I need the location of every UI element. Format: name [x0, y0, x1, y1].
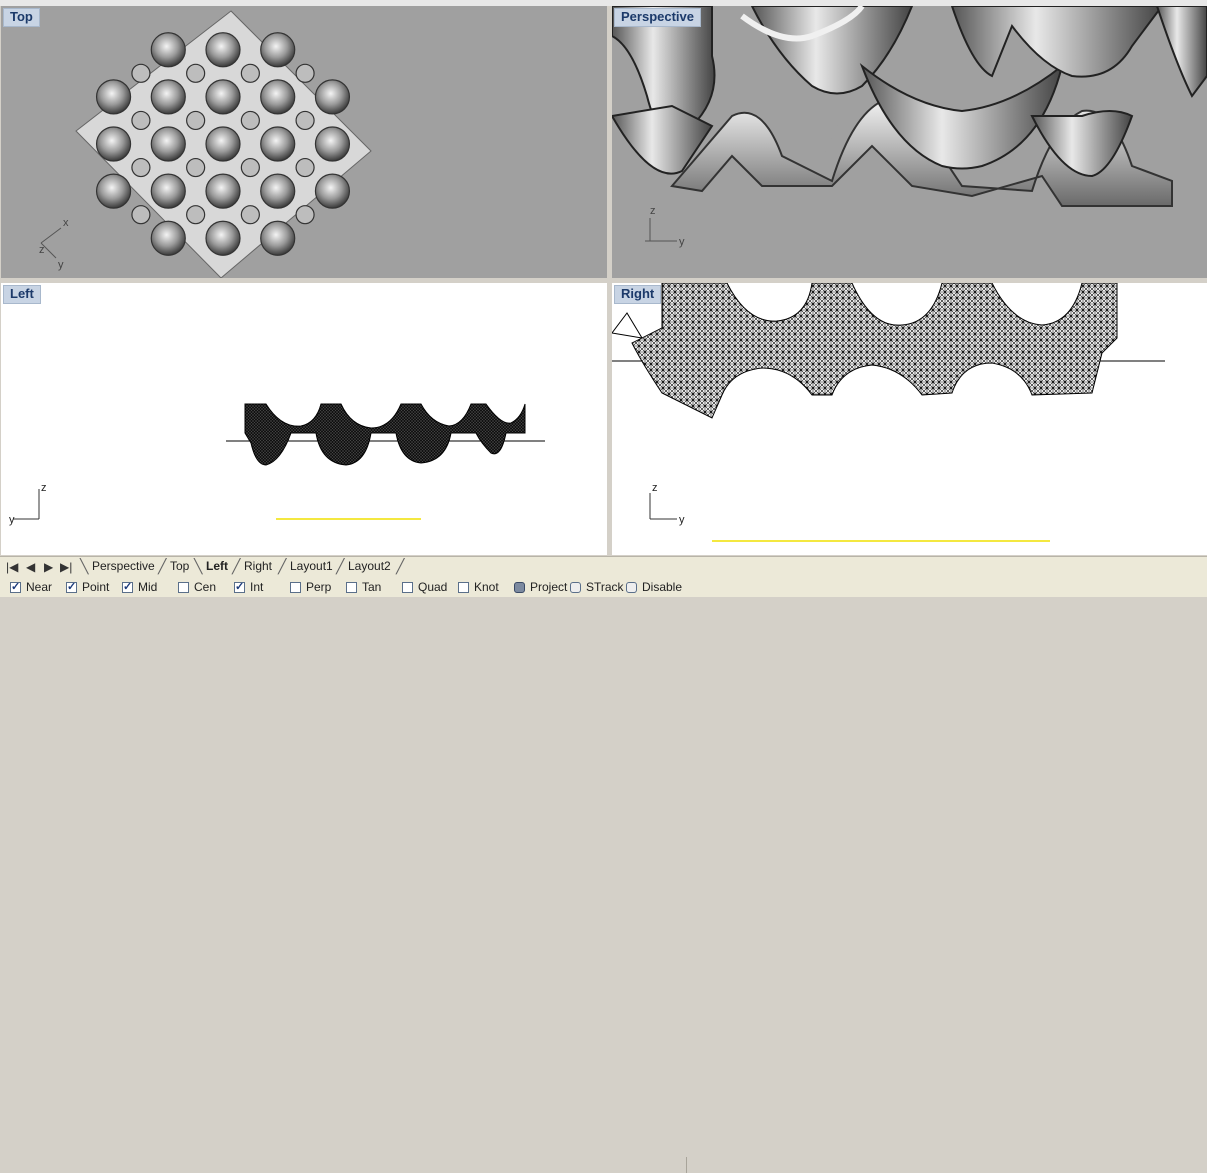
osnap-label: STrack: [586, 580, 624, 594]
tab-perspective[interactable]: Perspective: [92, 559, 155, 573]
viewport-right[interactable]: Right z y: [612, 283, 1207, 555]
axis-y-label: y: [679, 236, 685, 248]
viewport-tabs-bar: |◀ ◀ ▶ ▶| ╲ Perspective ╱ Top ╲ Left ╱ R…: [0, 556, 1207, 577]
tab-right[interactable]: Right: [244, 559, 272, 573]
osnap-label: Int: [250, 580, 264, 594]
status-divider: [686, 1157, 687, 1173]
osnap-label: Project: [530, 580, 568, 594]
osnap-label: Knot: [474, 580, 499, 594]
osnap-cen[interactable]: Cen: [178, 579, 216, 595]
tab-separator: ╲: [80, 558, 89, 574]
checkbox-icon[interactable]: [66, 580, 77, 593]
checkbox-icon[interactable]: [458, 581, 469, 593]
axis-y-label: y: [9, 514, 15, 526]
osnap-label: Disable: [642, 580, 683, 594]
prev-tab-button[interactable]: ◀: [26, 560, 35, 574]
first-tab-button[interactable]: |◀: [6, 560, 18, 574]
axis-z-label: z: [39, 244, 45, 256]
next-tab-button[interactable]: ▶: [44, 560, 53, 574]
osnap-near[interactable]: Near: [10, 579, 52, 595]
tab-separator: ╱: [278, 558, 287, 574]
left-axis-indicator: z y: [9, 482, 47, 526]
viewport-left[interactable]: Left z y: [1, 283, 607, 555]
axis-z-label: z: [650, 205, 656, 217]
checkbox-icon[interactable]: [346, 581, 357, 593]
top-axis-indicator: x y z: [39, 217, 69, 271]
toggle-icon[interactable]: [514, 581, 525, 593]
osnap-mid[interactable]: Mid: [122, 579, 157, 595]
axis-y-label: y: [679, 514, 685, 526]
osnap-perp[interactable]: Perp: [290, 579, 331, 595]
axis-y-label: y: [58, 259, 64, 271]
axis-x-label: x: [63, 217, 69, 229]
axis-z-label: z: [652, 482, 658, 494]
osnap-quad[interactable]: Quad: [402, 579, 447, 595]
osnap-disable[interactable]: Disable: [626, 579, 682, 595]
toggle-icon[interactable]: [626, 581, 637, 593]
checkbox-icon[interactable]: [10, 580, 21, 593]
osnap-project[interactable]: Project: [514, 579, 567, 595]
viewport-perspective[interactable]: Perspective z y: [612, 6, 1207, 278]
checkbox-icon[interactable]: [178, 581, 189, 593]
osnap-knot[interactable]: Knot: [458, 579, 499, 595]
viewport-top[interactable]: Top x y z: [1, 6, 607, 278]
checkbox-icon[interactable]: [122, 580, 133, 593]
osnap-label: Point: [82, 580, 110, 594]
checkbox-icon[interactable]: [290, 581, 301, 593]
tab-separator: ╱: [396, 558, 405, 574]
osnap-label: Mid: [138, 580, 158, 594]
tab-separator: ╱: [232, 558, 241, 574]
osnap-bar: Near Point Mid Cen Int Perp Tan Quad Kno…: [0, 577, 1207, 1173]
osnap-label: Tan: [362, 580, 382, 594]
tab-separator: ╱: [336, 558, 345, 574]
axis-z-label: z: [41, 482, 47, 494]
perspective-axis-indicator: z y: [645, 205, 685, 248]
osnap-label: Cen: [194, 580, 217, 594]
tab-separator: ╱: [158, 558, 167, 574]
checkbox-icon[interactable]: [402, 581, 413, 593]
tab-layout1[interactable]: Layout1: [290, 559, 333, 573]
tab-left[interactable]: Left: [206, 559, 228, 573]
checkbox-icon[interactable]: [234, 580, 245, 593]
osnap-label: Near: [26, 580, 53, 594]
osnap-tan[interactable]: Tan: [346, 579, 381, 595]
tab-layout2[interactable]: Layout2: [348, 559, 391, 573]
tab-top[interactable]: Top: [170, 559, 189, 573]
osnap-label: Perp: [306, 580, 332, 594]
osnap-int[interactable]: Int: [234, 579, 263, 595]
tab-separator: ╲: [194, 558, 203, 574]
last-tab-button[interactable]: ▶|: [60, 560, 72, 574]
osnap-point[interactable]: Point: [66, 579, 109, 595]
right-axis-indicator: z y: [649, 482, 685, 526]
osnap-label: Quad: [418, 580, 448, 594]
osnap-strack[interactable]: STrack: [570, 579, 624, 595]
toggle-icon[interactable]: [570, 581, 581, 593]
